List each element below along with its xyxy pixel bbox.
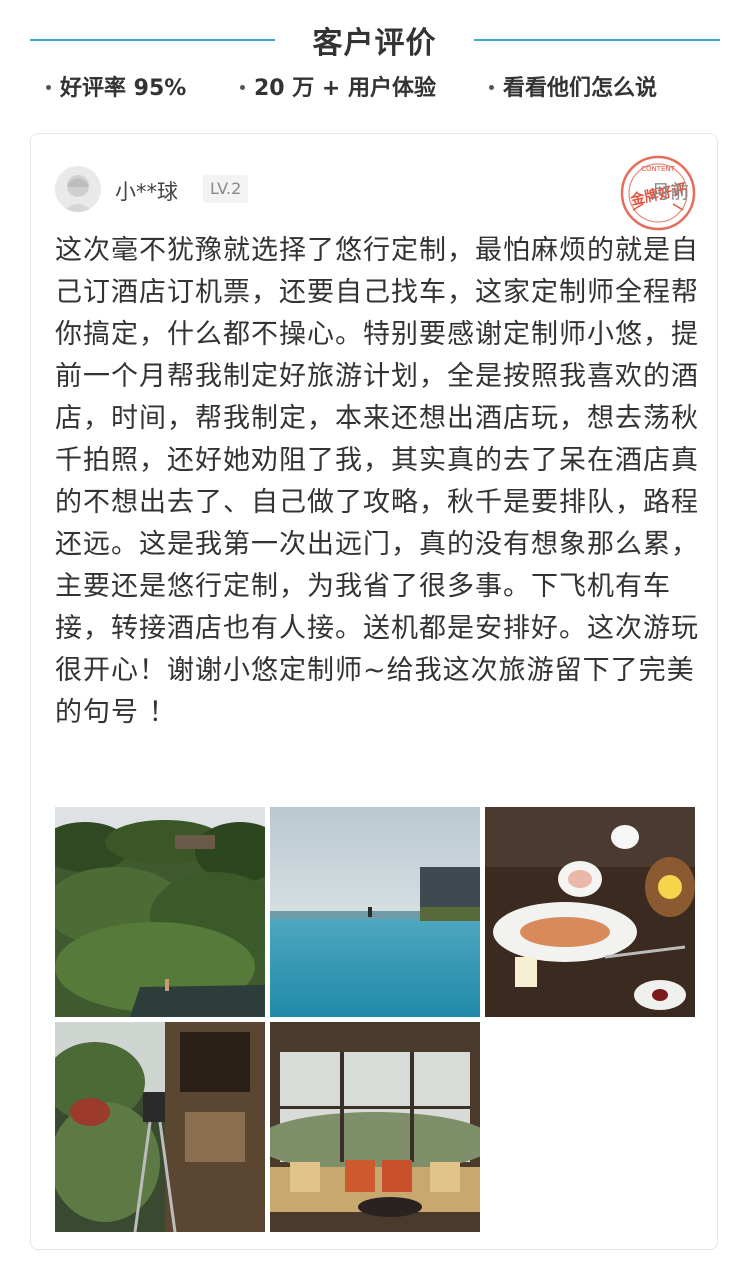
header-divider-right — [474, 39, 720, 41]
review-time: 月前 — [651, 181, 690, 203]
review-photo-jungle[interactable] — [55, 807, 265, 1017]
stats-row: 好评率 95% 20 万 + 用户体验 看看他们怎么说 — [0, 70, 750, 106]
svg-text:CONTENT: CONTENT — [641, 165, 676, 173]
bullet-icon — [240, 84, 245, 90]
bullet-icon — [46, 84, 51, 90]
review-photo-window-lounge[interactable] — [270, 1022, 480, 1232]
header-divider-left — [30, 39, 275, 41]
stat-rating: 好评率 95% — [46, 70, 186, 102]
avatar[interactable] — [55, 166, 101, 212]
section-header: 客户评价 — [0, 0, 750, 80]
photo-window-lounge-image — [270, 1022, 480, 1232]
photo-pool-image — [270, 807, 480, 1017]
stat-rating-label: 好评率 95% — [60, 76, 187, 101]
review-photo-garden[interactable] — [55, 1022, 265, 1232]
stat-users: 20 万 + 用户体验 — [240, 70, 436, 102]
photo-breakfast-image — [485, 807, 695, 1017]
stat-see-more[interactable]: 看看他们怎么说 — [489, 70, 657, 102]
section-title: 客户评价 — [312, 26, 437, 61]
stat-users-label: 20 万 + 用户体验 — [254, 76, 437, 101]
photo-jungle-image — [55, 807, 265, 1017]
level-badge: LV.2 — [203, 175, 249, 203]
stat-see-more-label: 看看他们怎么说 — [503, 76, 658, 101]
review-text: 这次毫不犹豫就选择了悠行定制，最怕麻烦的就是自己订酒店订机票，还要自己找车，这家… — [55, 235, 699, 728]
review-photo-breakfast[interactable] — [485, 807, 695, 1017]
bullet-icon — [489, 84, 494, 90]
review-card: 小**球 LV.2 CONTENT 金牌好评 月前 这次毫不犹豫就选择了悠行定制… — [30, 133, 718, 1250]
user-avatar-icon — [55, 166, 101, 212]
review-photo-pool[interactable] — [270, 807, 480, 1017]
photo-garden-image — [55, 1022, 265, 1232]
user-name[interactable]: 小**球 — [115, 176, 178, 206]
